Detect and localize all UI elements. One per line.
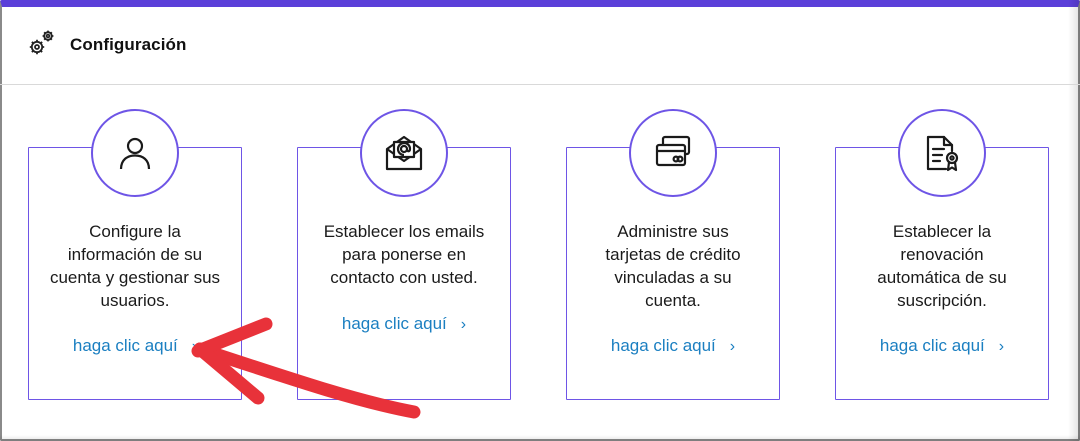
card-text-line: contacto con usted. — [330, 268, 478, 287]
card-text-line: Configure la — [89, 222, 181, 241]
bottom-edge-shadow — [0, 435, 1080, 441]
card-link-label: haga clic aquí — [610, 336, 716, 355]
chevron-right-icon: › — [191, 338, 198, 355]
card-icon-circle-auto-renewal — [898, 109, 986, 197]
card-icon-circle-credit-cards — [629, 109, 717, 197]
card-link-auto-renewal[interactable]: haga clic aquí › — [836, 336, 1048, 356]
card-text-line: usuarios. — [100, 291, 170, 310]
card-text-line: tarjetas de crédito — [605, 245, 741, 264]
card-link-label: haga clic aquí — [341, 314, 447, 333]
card-text-line: suscripción. — [897, 291, 987, 310]
card-text-line: Establecer los emails — [323, 222, 485, 241]
card-description: Configure la información de su cuenta y … — [29, 220, 241, 312]
card-link-label: haga clic aquí — [879, 336, 985, 355]
card-link-account[interactable]: haga clic aquí › — [29, 336, 241, 356]
card-text-line: cuenta. — [645, 291, 701, 310]
card-link-emails[interactable]: haga clic aquí › — [298, 314, 510, 334]
card-text-line: Establecer la — [892, 222, 992, 241]
card-text-line: renovación — [900, 245, 984, 264]
card-text-line: cuenta y gestionar sus — [49, 268, 221, 287]
user-icon — [119, 137, 151, 170]
gears-icon — [29, 30, 54, 55]
card-description: Establecer los emails para ponerse en co… — [298, 220, 510, 289]
credit-card-icon — [655, 135, 691, 167]
card-link-credit-cards[interactable]: haga clic aquí › — [567, 336, 779, 356]
card-text-line: vinculadas a su — [614, 268, 732, 287]
card-text-line: Administre sus — [617, 222, 729, 241]
card-text-line: automática de su — [877, 268, 1007, 287]
card-text-line: para ponerse en — [342, 245, 466, 264]
card-icon-circle-account — [91, 109, 179, 197]
page-title: Configuración — [70, 35, 187, 54]
card-link-label: haga clic aquí — [72, 336, 178, 355]
card-description: Establecer la renovación automática de s… — [836, 220, 1048, 312]
card-icon-circle-emails — [360, 109, 448, 197]
chevron-right-icon: › — [729, 338, 736, 355]
chevron-right-icon: › — [998, 338, 1005, 355]
card-description: Administre sus tarjetas de crédito vincu… — [567, 220, 779, 312]
email-icon — [385, 135, 423, 171]
chevron-right-icon: › — [460, 316, 467, 333]
certificate-icon — [926, 135, 959, 172]
page-header: Configuración — [0, 7, 1080, 85]
card-text-line: información de su — [67, 245, 203, 264]
